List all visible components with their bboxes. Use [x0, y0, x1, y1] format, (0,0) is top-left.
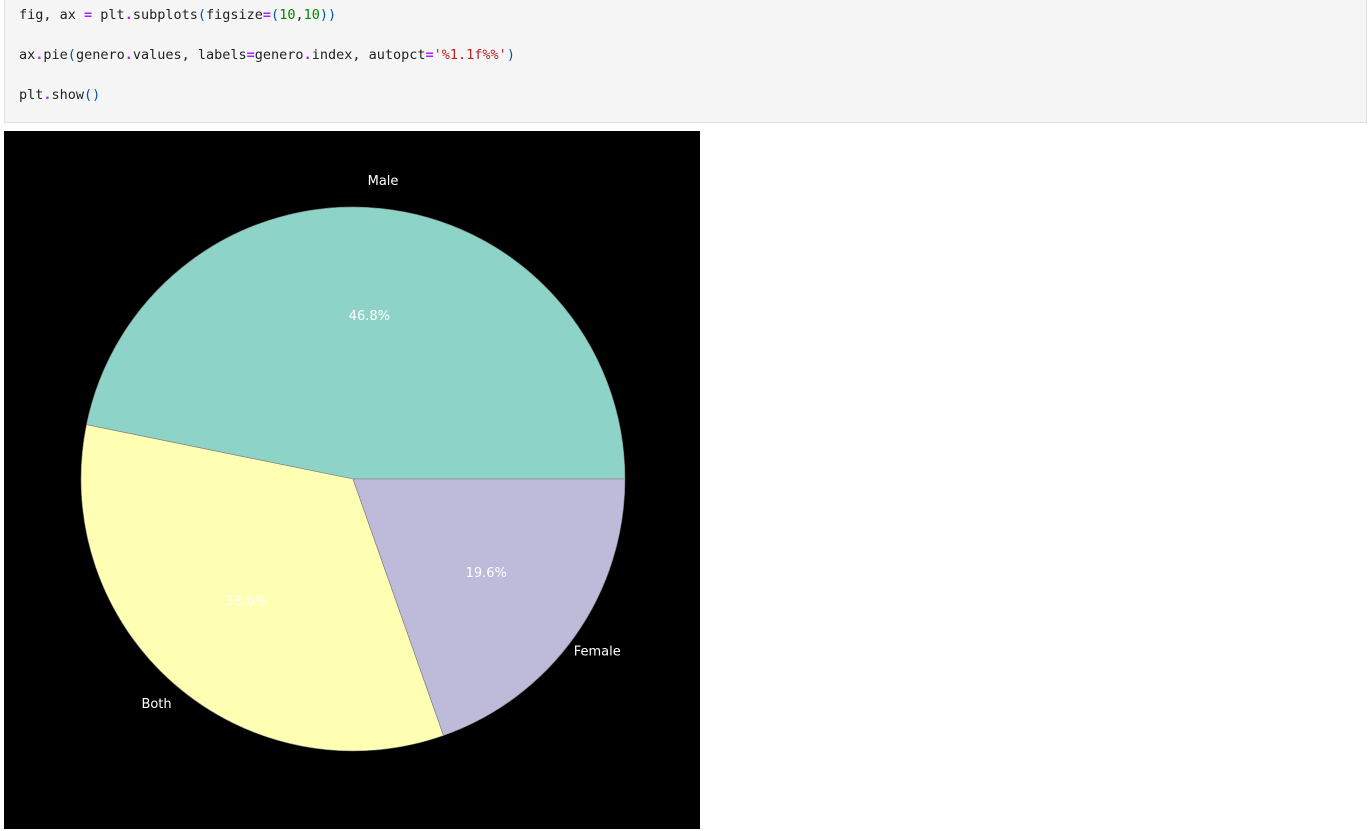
pie-slice-male [86, 206, 626, 480]
code-token: = [425, 47, 434, 63]
code-token: = [262, 7, 272, 23]
code-token: ( [197, 7, 206, 23]
code-token: ) [506, 47, 515, 63]
code-token: figsize [206, 7, 263, 23]
pie-pct-label-female: 19.6% [466, 566, 507, 581]
code-token: . [124, 47, 133, 63]
code-token: pie [43, 47, 68, 63]
code-token: subplots [132, 7, 198, 23]
code-token: = [246, 47, 255, 63]
code-token: genero [254, 47, 304, 63]
code-line-2: ax.pie(genero.values, labels=genero.inde… [19, 46, 515, 64]
code-token: , [295, 7, 304, 23]
code-token: ( [67, 47, 76, 63]
code-token: values, labels [132, 47, 247, 63]
code-token: show [51, 87, 85, 103]
code-token: index, autopct [311, 47, 426, 63]
pie-label-female: Female [574, 644, 621, 659]
code-token: fig, ax [19, 7, 85, 23]
code-line-3: plt.show() [19, 86, 100, 104]
code-cell[interactable]: fig, ax = plt.subplots(figsize=(10,10)) … [4, 0, 1367, 123]
code-token: 10 [303, 7, 320, 23]
pie-label-male: Male [368, 174, 399, 189]
code-token: ( [271, 7, 280, 23]
cell-output-pie-chart: Male 46.8% Both 33.6% Female 19.6% [4, 131, 700, 829]
code-token: . [124, 7, 133, 23]
code-line-1: fig, ax = plt.subplots(figsize=(10,10)) [19, 6, 336, 24]
code-token: '%1.1f%%' [433, 47, 507, 63]
code-token: plt [92, 7, 125, 23]
pie-pct-label-male: 46.8% [349, 309, 390, 324]
pie-chart: Male 46.8% Both 33.6% Female 19.6% [80, 174, 626, 752]
code-token: () [84, 87, 101, 103]
code-token: plt [19, 87, 44, 103]
pie-label-both: Both [141, 697, 171, 712]
code-token: ax [19, 47, 36, 63]
pie-pct-label-both: 33.6% [225, 595, 266, 610]
code-token: 10 [279, 7, 296, 23]
code-token: )) [319, 7, 337, 23]
code-token: genero [75, 47, 125, 63]
code-token: = [84, 7, 93, 23]
code-token: . [303, 47, 312, 63]
code-token: . [43, 87, 52, 103]
